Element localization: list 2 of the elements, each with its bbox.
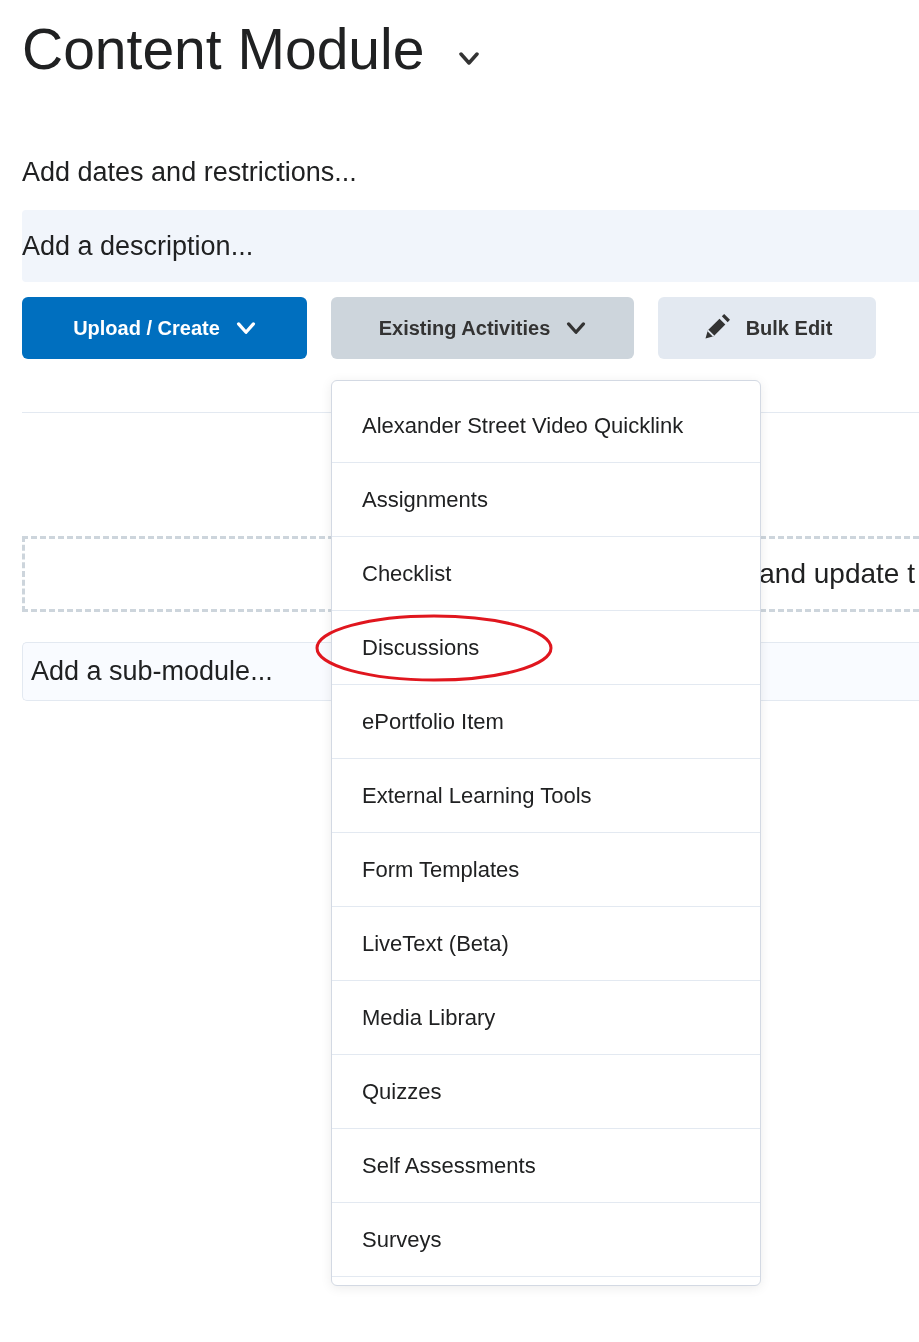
drop-zone-text: and update t [759, 558, 916, 590]
module-title: Content Module [22, 16, 425, 83]
